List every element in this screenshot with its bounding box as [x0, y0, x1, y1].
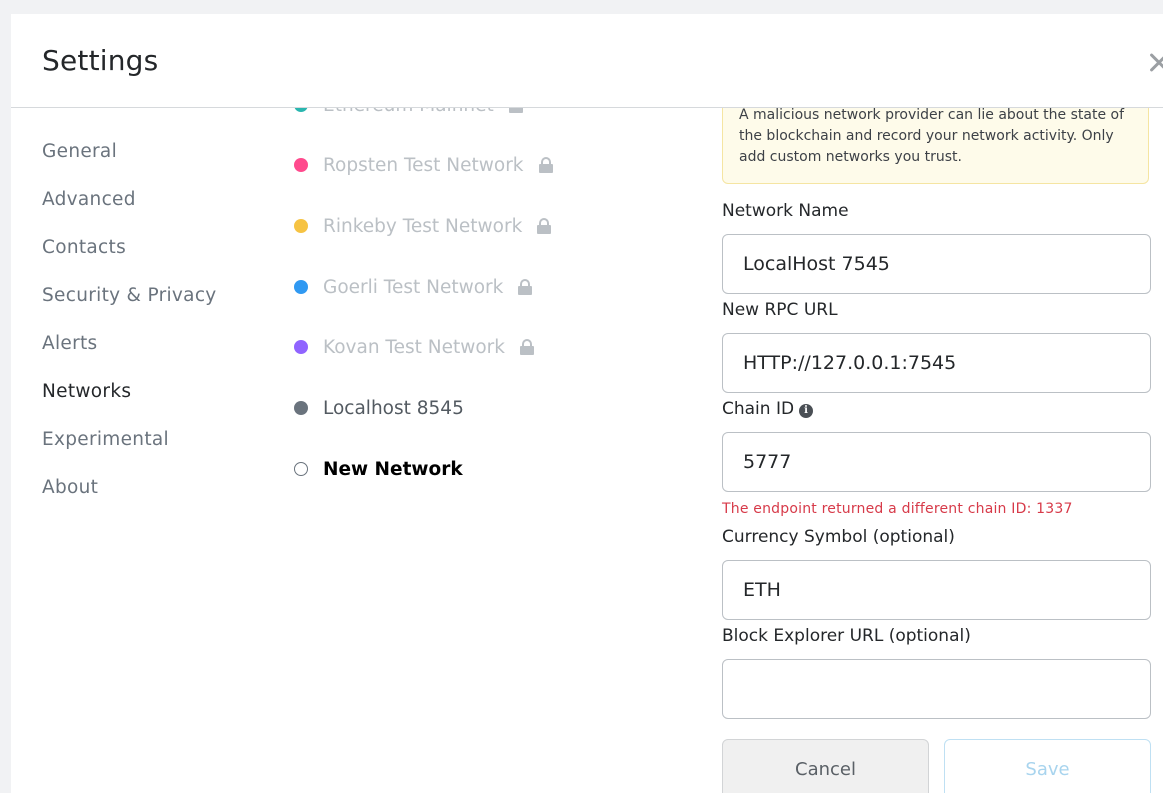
currency-symbol-input[interactable] — [722, 560, 1151, 620]
sidebar-item-contacts[interactable]: Contacts — [42, 237, 126, 258]
network-item-goerli[interactable]: Goerli Test Network — [294, 274, 533, 300]
network-color-dot — [294, 401, 308, 415]
currency-symbol-label: Currency Symbol (optional) — [722, 527, 955, 547]
network-color-dot — [294, 340, 308, 354]
sidebar-item-general[interactable]: General — [42, 141, 117, 162]
page-title: Settings — [42, 44, 159, 77]
network-item-rinkeby[interactable]: Rinkeby Test Network — [294, 213, 552, 239]
network-color-dot — [294, 462, 308, 476]
network-item-kovan[interactable]: Kovan Test Network — [294, 334, 534, 360]
chain-id-label-row: Chain ID i — [722, 399, 814, 419]
rpc-url-input[interactable] — [722, 333, 1151, 393]
network-color-dot — [294, 158, 308, 172]
rpc-url-label: New RPC URL — [722, 300, 838, 320]
network-item-localhost-8545[interactable]: Localhost 8545 — [294, 395, 464, 421]
settings-header: Settings — [11, 14, 1163, 108]
network-name-label: Network Name — [722, 201, 849, 221]
network-item-new-network[interactable]: New Network — [294, 456, 463, 482]
network-label: New Network — [323, 458, 463, 480]
chain-id-label: Chain ID — [722, 399, 795, 419]
sidebar-item-experimental[interactable]: Experimental — [42, 429, 169, 450]
network-name-input[interactable] — [722, 234, 1151, 294]
network-color-dot — [294, 280, 308, 294]
chain-id-error: The endpoint returned a different chain … — [722, 501, 1073, 517]
save-button[interactable]: Save — [944, 739, 1151, 793]
network-label: Ropsten Test Network — [323, 154, 524, 176]
network-label: Kovan Test Network — [323, 336, 505, 358]
network-color-dot — [294, 219, 308, 233]
sidebar-item-alerts[interactable]: Alerts — [42, 333, 97, 354]
network-label: Rinkeby Test Network — [323, 215, 523, 237]
settings-panel: Settings General Advanced Contacts Secur… — [11, 14, 1163, 793]
network-label: Localhost 8545 — [323, 397, 464, 419]
lock-icon — [519, 339, 534, 355]
network-item-ropsten[interactable]: Ropsten Test Network — [294, 152, 553, 178]
lock-icon — [538, 157, 553, 173]
sidebar-item-networks[interactable]: Networks — [42, 381, 131, 402]
info-icon[interactable]: i — [799, 404, 814, 418]
lock-icon — [518, 279, 533, 295]
sidebar-item-advanced[interactable]: Advanced — [42, 189, 136, 210]
close-icon[interactable] — [1147, 50, 1163, 74]
network-label: Goerli Test Network — [323, 276, 504, 298]
chain-id-input[interactable] — [722, 432, 1151, 492]
block-explorer-label: Block Explorer URL (optional) — [722, 626, 971, 646]
sidebar-item-security-privacy[interactable]: Security & Privacy — [42, 285, 217, 306]
lock-icon — [537, 218, 552, 234]
block-explorer-input[interactable] — [722, 659, 1151, 719]
cancel-button[interactable]: Cancel — [722, 739, 929, 793]
sidebar-item-about[interactable]: About — [42, 477, 98, 498]
